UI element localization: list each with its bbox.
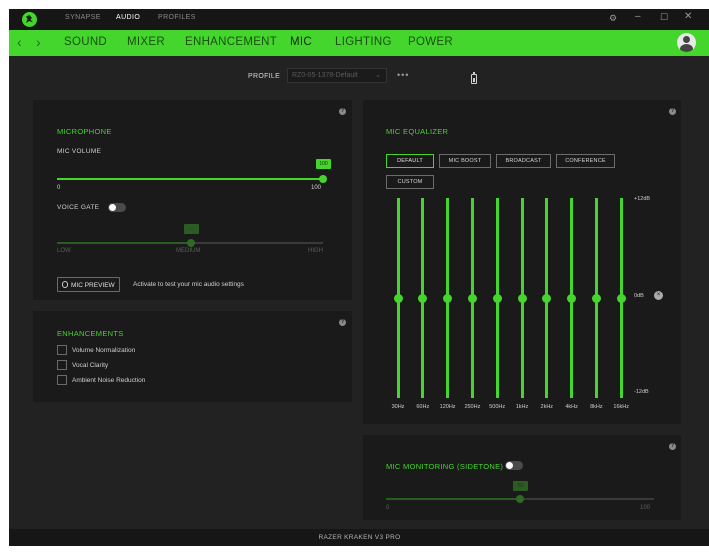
help-icon[interactable]: ? bbox=[669, 443, 676, 450]
mic-monitoring-thumb[interactable] bbox=[516, 495, 524, 503]
volume-normalization-label: Volume Normalization bbox=[72, 347, 136, 354]
voice-gate-toggle[interactable] bbox=[108, 203, 126, 212]
profile-select[interactable]: RZ0-05-1378-Default ⌄ bbox=[287, 68, 387, 83]
mic-preview-hint: Activate to test your mic audio settings bbox=[133, 281, 244, 288]
preset-custom-button[interactable]: CUSTOM bbox=[386, 175, 434, 189]
title-bar: SYNAPSE AUDIO PROFILES ⚙ – ☐ ✕ bbox=[9, 9, 709, 30]
tab-profiles[interactable]: PROFILES bbox=[158, 14, 196, 21]
preset-mic-boost-button[interactable]: MIC BOOST bbox=[439, 154, 491, 168]
mic-monitoring-toggle[interactable] bbox=[505, 461, 523, 470]
profile-value: RZ0-05-1378-Default bbox=[292, 72, 358, 79]
eq-db-top: +12dB bbox=[634, 196, 651, 202]
eq-band-label-60hz: 60Hz bbox=[416, 404, 430, 410]
eq-band-label-120hz: 120Hz bbox=[439, 404, 456, 410]
profile-label: PROFILE bbox=[248, 73, 281, 80]
mic-volume-value: 100 bbox=[316, 159, 331, 169]
eq-band-label-2khz: 2kHz bbox=[540, 404, 554, 410]
mic-monitoring-fill bbox=[386, 498, 520, 500]
preset-default-button[interactable]: DEFAULT bbox=[386, 154, 434, 168]
more-options-icon[interactable]: ••• bbox=[397, 70, 409, 80]
mic-volume-label: MIC VOLUME bbox=[57, 148, 102, 155]
voice-gate-fill bbox=[57, 242, 190, 244]
mic-volume-min: 0 bbox=[57, 185, 61, 191]
help-icon[interactable]: ? bbox=[339, 319, 346, 326]
tab-sound[interactable]: SOUND bbox=[64, 36, 107, 48]
eq-band-label-30hz: 30Hz bbox=[391, 404, 405, 410]
eq-db-bottom: -12dB bbox=[634, 389, 649, 395]
eq-band-thumb-30hz[interactable] bbox=[393, 293, 403, 303]
tab-mic[interactable]: MIC bbox=[290, 36, 312, 48]
avatar[interactable] bbox=[677, 33, 696, 52]
mic-monitoring-max: 100 bbox=[640, 505, 651, 511]
preset-broadcast-button[interactable]: BROADCAST bbox=[496, 154, 551, 168]
vocal-clarity-label: Vocal Clarity bbox=[72, 362, 109, 369]
mic-volume-fill bbox=[57, 178, 323, 180]
volume-normalization-checkbox[interactable] bbox=[57, 345, 67, 355]
mic-equalizer-title: MIC EQUALIZER bbox=[386, 127, 449, 136]
microphone-panel: ? MICROPHONE MIC VOLUME 100 0 100 VOICE … bbox=[33, 100, 352, 300]
voice-gate-value: -- bbox=[184, 224, 199, 234]
tab-power[interactable]: POWER bbox=[408, 36, 453, 48]
ambient-noise-reduction-label: Ambient Noise Reduction bbox=[72, 377, 146, 384]
mic-preview-button[interactable]: MIC PREVIEW bbox=[57, 277, 120, 292]
close-icon[interactable]: ✕ bbox=[684, 11, 692, 22]
microphone-icon bbox=[62, 281, 68, 288]
ambient-noise-reduction-checkbox[interactable] bbox=[57, 375, 67, 385]
eq-db-mid: 0dB bbox=[634, 293, 644, 299]
enhancements-panel: ? ENHANCEMENTS Volume Normalization Voca… bbox=[33, 311, 352, 402]
enhancements-title: ENHANCEMENTS bbox=[57, 329, 124, 338]
gate-level-high: HIGH bbox=[308, 248, 323, 254]
help-icon[interactable]: ? bbox=[339, 108, 346, 115]
mic-volume-thumb[interactable] bbox=[319, 175, 327, 183]
eq-band-label-1khz: 1kHz bbox=[515, 404, 529, 410]
eq-band-thumb-1khz[interactable] bbox=[517, 293, 527, 303]
mic-volume-max: 100 bbox=[311, 185, 322, 191]
gate-level-low: LOW bbox=[57, 248, 71, 254]
app-window: SYNAPSE AUDIO PROFILES ⚙ – ☐ ✕ ‹ › SOUND… bbox=[9, 9, 709, 546]
forward-arrow-icon[interactable]: › bbox=[36, 34, 41, 50]
tab-synapse[interactable]: SYNAPSE bbox=[65, 14, 101, 21]
mic-monitoring-value: 50 bbox=[513, 481, 528, 491]
tab-audio[interactable]: AUDIO bbox=[116, 14, 140, 21]
razer-logo-icon[interactable] bbox=[22, 12, 37, 27]
help-icon[interactable]: ? bbox=[669, 108, 676, 115]
back-arrow-icon[interactable]: ‹ bbox=[17, 34, 22, 50]
eq-band-label-500hz: 500Hz bbox=[489, 404, 506, 410]
mic-monitoring-min: 0 bbox=[386, 505, 390, 511]
mic-monitoring-title: MIC MONITORING (SIDETONE) bbox=[386, 462, 504, 471]
mic-preview-label: MIC PREVIEW bbox=[71, 281, 115, 289]
vocal-clarity-checkbox[interactable] bbox=[57, 360, 67, 370]
eq-band-thumb-500hz[interactable] bbox=[492, 293, 502, 303]
eq-band-thumb-8khz[interactable] bbox=[591, 293, 601, 303]
eq-band-thumb-120hz[interactable] bbox=[443, 293, 453, 303]
eq-band-thumb-16khz[interactable] bbox=[616, 293, 626, 303]
eq-band-label-4khz: 4kHz bbox=[565, 404, 578, 410]
minimize-icon[interactable]: – bbox=[635, 11, 641, 22]
gear-icon[interactable]: ⚙ bbox=[609, 13, 617, 24]
eq-band-label-16khz: 16kHz bbox=[613, 404, 629, 410]
voice-gate-label: VOICE GATE bbox=[57, 204, 100, 211]
eq-reset-icon[interactable]: × bbox=[654, 291, 663, 300]
gate-level-medium: MEDIUM bbox=[176, 248, 201, 254]
tab-enhancement[interactable]: ENHANCEMENT bbox=[185, 36, 277, 48]
eq-band-thumb-4khz[interactable] bbox=[567, 293, 577, 303]
tab-mixer[interactable]: MIXER bbox=[127, 36, 165, 48]
maximize-icon[interactable]: ☐ bbox=[660, 12, 668, 23]
device-name-footer: RAZER KRAKEN V3 PRO bbox=[9, 529, 709, 546]
chevron-down-icon: ⌄ bbox=[375, 72, 381, 79]
eq-band-thumb-250hz[interactable] bbox=[467, 293, 477, 303]
eq-band-thumb-60hz[interactable] bbox=[418, 293, 428, 303]
microphone-title: MICROPHONE bbox=[57, 127, 112, 136]
tab-lighting[interactable]: LIGHTING bbox=[335, 36, 392, 48]
mic-equalizer-panel: ? MIC EQUALIZER DEFAULT MIC BOOST BROADC… bbox=[363, 100, 681, 424]
preset-conference-button[interactable]: CONFERENCE bbox=[556, 154, 615, 168]
eq-band-thumb-2khz[interactable] bbox=[542, 293, 552, 303]
mic-monitoring-panel: ? MIC MONITORING (SIDETONE) 50 0 100 bbox=[363, 435, 681, 520]
nav-bar: ‹ › SOUND MIXER ENHANCEMENT MIC LIGHTING… bbox=[9, 30, 709, 56]
eq-band-label-250hz: 250Hz bbox=[464, 404, 481, 410]
voice-gate-thumb[interactable] bbox=[187, 239, 195, 247]
eq-band-label-8khz: 8kHz bbox=[590, 404, 603, 410]
battery-icon bbox=[471, 72, 477, 84]
